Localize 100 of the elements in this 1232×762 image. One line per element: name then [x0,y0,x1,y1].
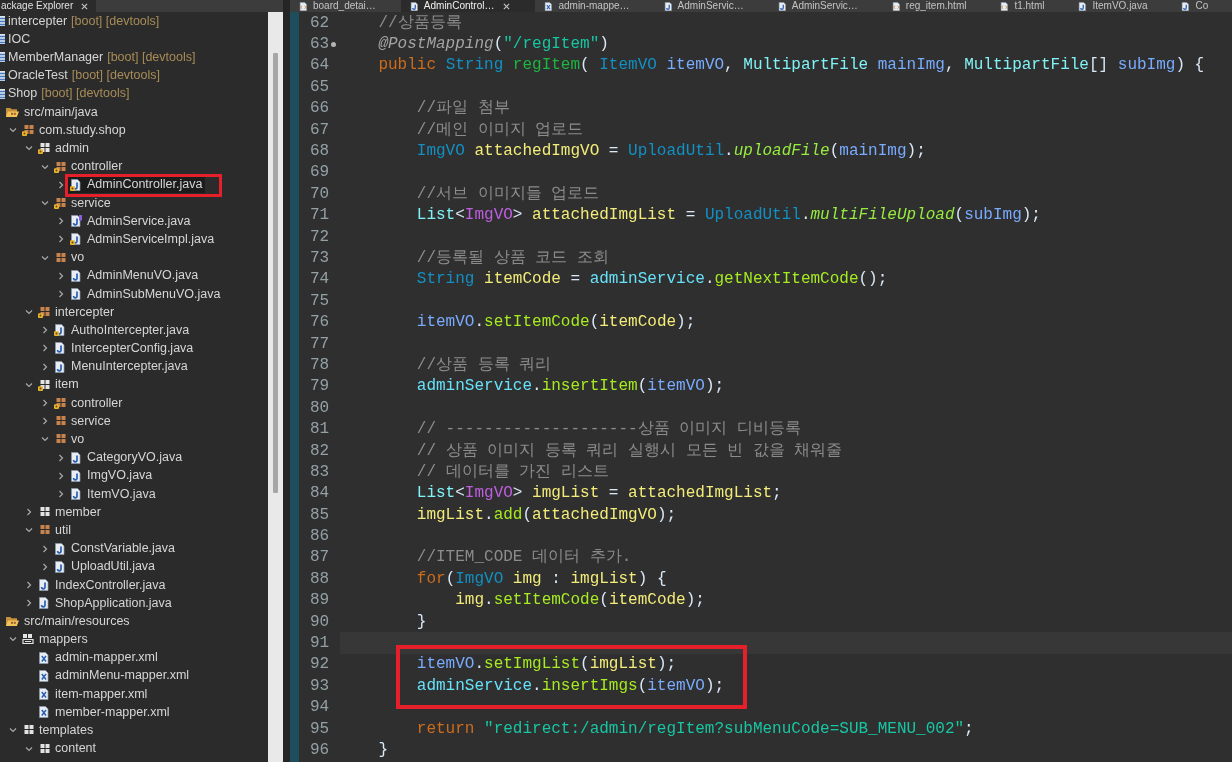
tree-item[interactable]: vo [52,430,88,448]
package-icon [22,724,34,737]
tree-item[interactable]: vo [52,249,88,267]
tree-item[interactable]: AuthoIntercepter.java [52,321,193,339]
code-line: } [416,611,427,633]
chevron-right-icon[interactable] [57,471,65,480]
line-number: 69 [310,162,330,184]
chevron-down-icon[interactable] [25,144,33,153]
xml-file-icon [38,706,50,719]
line-number: 89 [310,590,330,612]
close-icon[interactable] [503,2,511,10]
tree-item[interactable]: OracleTest [boot] [devtools] [0,67,163,85]
tree-item[interactable]: admin [36,139,93,157]
source-folder-icon [6,615,19,628]
package-icon [22,633,34,646]
tree-item[interactable]: MenuIntercepter.java [52,358,191,376]
tree-item[interactable]: service [52,412,114,430]
tree-item[interactable]: MemberManager [boot] [devtools] [0,48,199,66]
tree-item[interactable]: adminMenu-mapper.xml [36,667,193,685]
chevron-right-icon[interactable] [41,544,49,553]
editor-tab[interactable]: AdminControl… [400,0,536,12]
chevron-right-icon[interactable] [25,508,33,517]
chevron-down-icon[interactable] [9,126,17,135]
close-icon[interactable] [81,2,89,10]
line-number: 77 [310,333,330,355]
tree-item[interactable]: controller [52,394,126,412]
chevron-right-icon[interactable] [41,344,49,353]
tree-item[interactable]: util [36,521,74,539]
chevron-down-icon[interactable] [41,198,49,207]
tree-item[interactable]: src/main/resources [4,612,133,630]
code-line: // 데이터를 가진 리스트 [416,461,609,483]
code-line: adminService.insertItem(itemVO); [416,376,725,398]
line-number: 68 [310,141,330,163]
line-number: 75 [310,290,330,312]
chevron-down-icon[interactable] [41,162,49,171]
chevron-down-icon[interactable] [9,726,17,735]
chevron-right-icon[interactable] [57,271,65,280]
tree-item[interactable]: AdminService.java [68,212,194,230]
chevron-right-icon[interactable] [41,362,49,371]
chevron-right-icon[interactable] [57,453,65,462]
chevron-down-icon[interactable] [41,435,49,444]
code-line: //ITEM_CODE 데이터 추가. [416,547,632,569]
chevron-right-icon[interactable] [25,599,33,608]
code-line: // --------------------상품 이미지 디비등록 [416,419,801,441]
chevron-down-icon[interactable] [25,526,33,535]
tree-item[interactable]: mappers [20,630,91,648]
tree-item[interactable]: Shop [boot] [devtools] [0,85,133,103]
tree-item[interactable]: member [36,503,104,521]
chevron-down-icon[interactable] [25,744,33,753]
chevron-right-icon[interactable] [25,580,33,589]
view-tab[interactable]: ackage Explorer [0,0,97,12]
tree-item[interactable]: ItemVO.java [68,485,159,503]
scrollbar-track[interactable] [268,12,283,762]
code-line: img.setItemCode(itemCode); [455,590,705,612]
chevron-right-icon[interactable] [41,417,49,426]
source-folder-icon [6,106,19,119]
tree-item[interactable]: templates [20,721,97,739]
tree-item[interactable]: UploadUtil.java [52,558,159,576]
chevron-right-icon[interactable] [41,326,49,335]
marker-dot-icon[interactable] [331,41,337,47]
chevron-down-icon[interactable] [25,380,33,389]
tree-item[interactable]: intercepter [36,303,118,321]
chevron-right-icon[interactable] [57,235,65,244]
chevron-right-icon[interactable] [57,180,65,189]
tree-item[interactable]: IndexController.java [36,576,169,594]
tree-item[interactable]: AdminMenuVO.java [68,267,202,285]
chevron-right-icon[interactable] [57,217,65,226]
chevron-right-icon[interactable] [57,289,65,298]
tree-item[interactable]: ImgVO.java [68,467,156,485]
line-number: 90 [310,611,330,633]
chevron-down-icon[interactable] [25,308,33,317]
chevron-right-icon[interactable] [41,562,49,571]
tree-item[interactable]: AdminServiceImpl.java [68,230,218,248]
tree-item[interactable]: intercepter [boot] [devtools] [0,12,163,30]
chevron-right-icon[interactable] [57,489,65,498]
tree-item[interactable]: item-mapper.xml [36,685,151,703]
tree-item[interactable]: IntercepterConfig.java [52,339,197,357]
tree-item[interactable]: member-mapper.xml [36,703,173,721]
tree-item[interactable]: ShopApplication.java [36,594,175,612]
line-number: 91 [310,633,330,655]
line-number: 83 [310,461,330,483]
tree-item[interactable]: service [52,194,114,212]
tree-item[interactable]: ConstVariable.java [52,540,178,558]
java-file-icon [1078,1,1088,11]
tree-item[interactable]: item [36,376,82,394]
line-number: 65 [310,76,330,98]
chevron-down-icon[interactable] [9,635,17,644]
tree-item[interactable]: content [36,740,99,758]
tree-item[interactable]: CategoryVO.java [68,449,186,467]
tree-item[interactable]: com.study.shop [20,121,129,139]
chevron-down-icon[interactable] [41,253,49,262]
chevron-right-icon[interactable] [41,399,49,408]
tree-item[interactable]: IOC [0,30,34,48]
scrollbar-thumb[interactable] [273,53,278,493]
tree-item[interactable]: AdminSubMenuVO.java [68,285,224,303]
tree-item[interactable]: controller [52,158,126,176]
tree-item[interactable]: admin-mapper.xml [36,649,161,667]
code-line: for(ImgVO img : imgList) { [416,568,667,590]
code-line: itemVO.setItemCode(itemCode); [416,312,696,334]
tree-item[interactable]: src/main/java [4,103,101,121]
